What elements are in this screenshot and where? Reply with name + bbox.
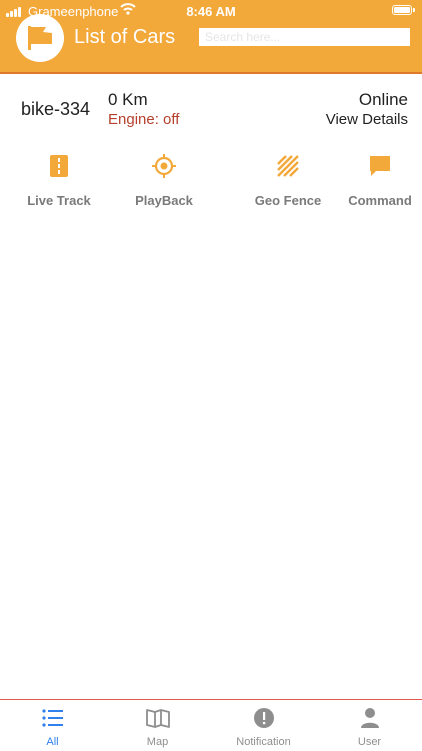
alert-icon [253,708,274,728]
vehicle-name: bike-334 [21,99,91,119]
chat-icon [370,156,390,176]
connection-status: Online [358,90,408,109]
app-header: Grameenphone 8:46 AM List of Cars [0,0,422,74]
playback-label: PlayBack [135,193,193,208]
tab-map[interactable]: Map [105,700,210,751]
tab-user-label: User [357,736,382,748]
page-title: List of Cars [74,26,176,48]
tab-notification[interactable]: Notification [211,700,316,751]
vehicle-distance: 0 Km [108,90,148,109]
app-logo [16,14,64,62]
tab-all[interactable]: All [0,700,105,751]
status-bar: Grameenphone 8:46 AM [0,0,422,22]
geo-fence-button[interactable]: Geo Fence [238,152,338,212]
battery-tip [413,8,415,12]
command-label: Command [348,193,412,208]
live-track-button[interactable]: Live Track [9,152,109,212]
command-button[interactable]: Command [330,152,422,212]
search-input[interactable] [199,28,410,46]
tab-user[interactable]: User [317,700,422,751]
live-track-label: Live Track [27,193,91,208]
crosshair-icon [152,154,176,178]
geo-fence-label: Geo Fence [254,193,322,208]
user-icon [360,708,379,728]
tab-bar: All Map Notification User [0,699,422,750]
view-details-link[interactable]: View Details [326,111,408,128]
hatch-icon [277,155,299,177]
map-icon [145,709,170,728]
tab-all-label: All [46,736,59,748]
road-icon [50,155,68,177]
list-icon [41,709,63,727]
playback-button[interactable]: PlayBack [114,152,214,212]
engine-status: Engine: off [108,111,180,128]
tab-notification-label: Notification [236,736,291,748]
tab-map-label: Map [146,736,169,748]
battery-icon [392,5,412,15]
status-time: 8:46 AM [186,4,236,19]
flag-icon [28,26,52,50]
